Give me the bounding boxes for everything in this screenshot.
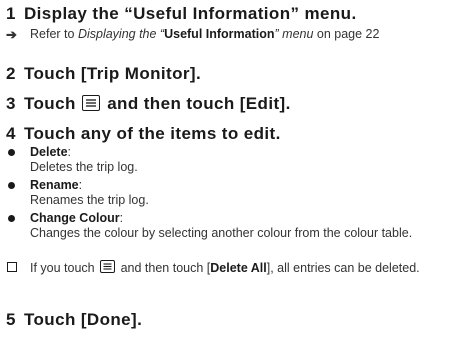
item-description: Changes the colour by selecting another … <box>30 226 413 240</box>
item-label: Rename <box>30 178 79 192</box>
step-number: 5 <box>6 310 16 329</box>
item-description: Deletes the trip log. <box>30 160 138 174</box>
step-title-end: and then touch [Edit]. <box>107 94 291 113</box>
step-4: 4 Touch any of the items to edit. <box>6 124 281 144</box>
reference-text: Refer to Displaying the “Useful Informat… <box>30 27 380 41</box>
step-number: 4 <box>6 124 16 143</box>
note-checkbox-icon <box>7 262 17 272</box>
item-description: Renames the trip log. <box>30 193 149 207</box>
step-title: Touch any of the items to edit. <box>24 124 281 143</box>
note-delete-all: If you touch and then touch [Delete All]… <box>6 260 450 276</box>
list-item-delete: Delete: Deletes the trip log. <box>6 145 450 175</box>
step-title-start: Touch <box>24 94 76 113</box>
reference-arrow-icon: ➔ <box>6 27 17 42</box>
step-title: Touch [Done]. <box>24 310 143 329</box>
step-2: 2 Touch [Trip Monitor]. <box>6 64 201 84</box>
bullet-dot-icon <box>8 149 15 156</box>
step-5: 5 Touch [Done]. <box>6 310 142 330</box>
step-title: Touch [Trip Monitor]. <box>24 64 202 83</box>
reference-note: ➔ Refer to Displaying the “Useful Inform… <box>6 27 450 42</box>
item-label: Delete <box>30 145 68 159</box>
step-1: 1 Display the “Useful Information” menu. <box>6 4 357 24</box>
step-title: Display the “Useful Information” menu. <box>24 4 357 23</box>
list-item-change-colour: Change Colour: Changes the colour by sele… <box>6 211 450 241</box>
step-number: 1 <box>6 4 16 23</box>
step-number: 2 <box>6 64 16 83</box>
bullet-dot-icon <box>8 182 15 189</box>
step-number: 3 <box>6 94 16 113</box>
list-item-rename: Rename: Renames the trip log. <box>6 178 450 208</box>
menu-list-icon <box>82 95 101 111</box>
menu-list-icon <box>100 260 116 273</box>
step-3: 3 Touch and then touch [Edit]. <box>6 94 291 114</box>
bullet-dot-icon <box>8 215 15 222</box>
item-label: Change Colour <box>30 211 120 225</box>
